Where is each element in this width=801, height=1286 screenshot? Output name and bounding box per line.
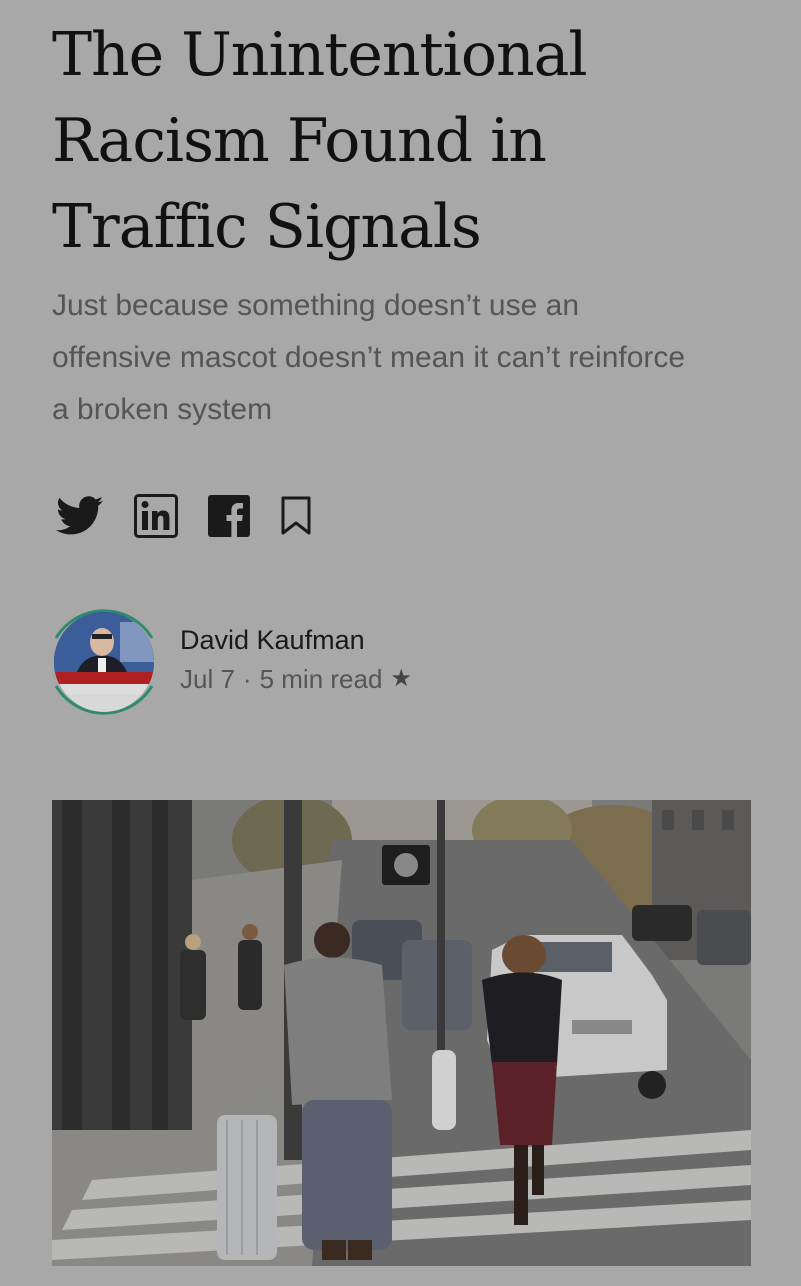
- article-title: The Unintentional Racism Found in Traffi…: [52, 20, 588, 262]
- author-block: David Kaufman Jul 7 · 5 min read ★: [48, 600, 412, 724]
- avatar: [54, 612, 154, 712]
- article-subtitle: Just because something doesn’t use an of…: [52, 289, 686, 426]
- article: The Unintentional Racism Found in Traffi…: [0, 0, 801, 1286]
- author-name[interactable]: David Kaufman: [180, 621, 412, 659]
- author-info: David Kaufman Jul 7 · 5 min read ★: [180, 621, 412, 699]
- member-star-icon: ★: [390, 665, 412, 692]
- meta-separator: ·: [242, 664, 252, 694]
- share-bar: [56, 492, 312, 540]
- publish-date: Jul 7: [180, 664, 235, 694]
- facebook-icon[interactable]: [208, 495, 250, 537]
- linkedin-icon[interactable]: [134, 494, 178, 538]
- bookmark-icon[interactable]: [280, 496, 312, 536]
- author-avatar[interactable]: [48, 600, 158, 724]
- hero-image[interactable]: [52, 800, 751, 1266]
- author-meta: Jul 7 · 5 min read ★: [180, 659, 412, 699]
- read-time: 5 min read: [259, 664, 383, 694]
- twitter-icon[interactable]: [56, 496, 104, 536]
